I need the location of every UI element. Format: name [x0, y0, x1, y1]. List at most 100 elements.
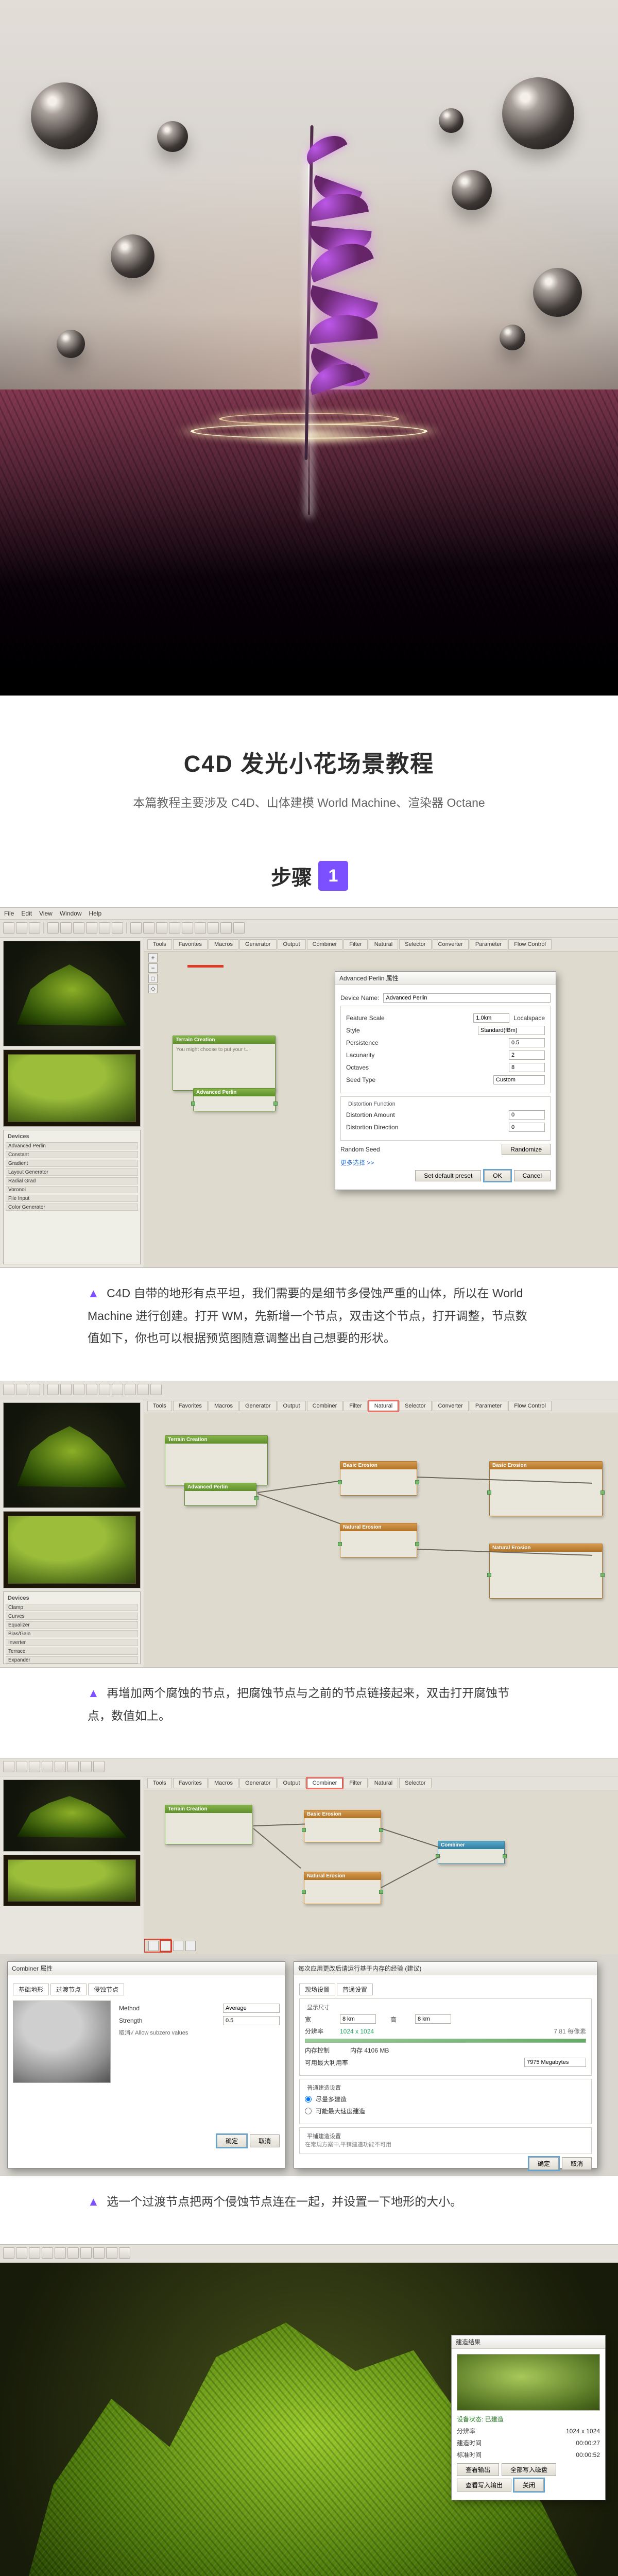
wm-2d-preview[interactable] [3, 1049, 141, 1127]
palette-node[interactable]: Advanced Perlin [6, 1142, 138, 1149]
tab[interactable]: Filter [344, 1401, 367, 1411]
menu-item[interactable]: File [4, 910, 14, 917]
value-input[interactable] [478, 1026, 545, 1035]
view-written-button[interactable]: 查看写入输出 [457, 2479, 511, 2492]
wm-2d-preview[interactable] [3, 1511, 141, 1588]
toolbar-icon[interactable] [29, 1384, 40, 1395]
radio-option[interactable] [305, 2108, 312, 2114]
tab[interactable]: Macros [209, 1778, 238, 1788]
value-input[interactable] [340, 2014, 376, 2024]
ok-button[interactable]: OK [484, 1170, 510, 1181]
dialog-advanced-perlin[interactable]: Advanced Perlin 属性 Device Name: Feature … [335, 971, 556, 1190]
toolbar-icon[interactable] [73, 922, 84, 934]
tab[interactable]: Natural [369, 939, 398, 950]
palette-node[interactable]: Clamp [6, 1604, 138, 1611]
toolbar-icon[interactable] [80, 1761, 92, 1772]
preset-button[interactable]: Set default preset [415, 1170, 481, 1181]
toolbar-icon[interactable] [3, 1384, 14, 1395]
tab[interactable]: Combiner [307, 939, 343, 950]
radio-option[interactable] [305, 2096, 312, 2103]
tab[interactable]: Filter [344, 939, 367, 950]
wm-node-canvas[interactable]: Tools Favorites Macros Generator Output … [144, 1776, 618, 1954]
tab[interactable]: Output [278, 1401, 306, 1411]
tab[interactable]: Tools [147, 939, 172, 950]
toolbar-icon[interactable] [106, 2247, 117, 2259]
toolbar-icon[interactable] [55, 1761, 66, 1772]
toolbar-icon[interactable] [3, 2247, 14, 2259]
toolbar-icon[interactable] [67, 2247, 79, 2259]
value-input[interactable] [509, 1123, 545, 1132]
value-input[interactable] [493, 1075, 545, 1084]
zoom-fit-button[interactable]: □ [148, 974, 158, 983]
toolbar-icon[interactable] [150, 1384, 162, 1395]
value-input[interactable] [509, 1038, 545, 1047]
toolbar-icon[interactable] [73, 1384, 84, 1395]
toolbar-icon[interactable] [99, 1384, 110, 1395]
toolbar-icon[interactable] [125, 1384, 136, 1395]
value-input[interactable] [509, 1110, 545, 1120]
node-combiner[interactable]: Combiner [438, 1841, 505, 1864]
toolbar-icon[interactable] [143, 922, 154, 934]
tab[interactable]: Generator [239, 1401, 277, 1411]
node-terrain-creation-group[interactable]: Terrain Creation You might choose to put… [173, 1036, 276, 1091]
view-output-button[interactable]: 查看输出 [457, 2463, 499, 2476]
tab[interactable]: Generator [239, 939, 277, 950]
toolbar-icon[interactable] [169, 922, 180, 934]
tab[interactable]: Flow Control [508, 1401, 552, 1411]
zoom-out-button[interactable]: − [148, 963, 158, 973]
tab[interactable]: Macros [209, 939, 238, 950]
palette-node[interactable]: Layout Generator [6, 1168, 138, 1176]
menu-item[interactable]: Help [89, 910, 102, 917]
toolbar-icon[interactable] [93, 1761, 105, 1772]
toolbar-icon[interactable] [60, 922, 72, 934]
menu-item[interactable]: Edit [21, 910, 32, 917]
palette-node[interactable]: Terrace [6, 1648, 138, 1655]
node-terrain-creation-group[interactable]: Terrain Creation [165, 1805, 252, 1844]
tab[interactable]: Selector [399, 1401, 431, 1411]
palette-node[interactable]: Constant [6, 1151, 138, 1158]
tab[interactable]: Favorites [173, 1401, 208, 1411]
toolbar-icon[interactable] [93, 2247, 105, 2259]
more-link[interactable]: 更多选择 >> [340, 1158, 374, 1167]
cancel-button[interactable]: 取消 [250, 2134, 280, 2147]
palette-node[interactable]: Curves [6, 1613, 138, 1620]
toolbar-icon[interactable] [112, 1384, 123, 1395]
menu-item[interactable]: View [39, 910, 53, 917]
node-basic-erosion[interactable]: Basic Erosion [340, 1461, 417, 1496]
node-natural-erosion[interactable]: Natural Erosion [340, 1523, 417, 1557]
zoom-home-button[interactable]: ◇ [148, 984, 158, 993]
tab-selected[interactable]: Combiner [307, 1778, 343, 1788]
zoom-in-button[interactable]: + [148, 953, 158, 962]
view-btn[interactable] [173, 1941, 183, 1951]
toolbar-icon[interactable] [67, 1761, 79, 1772]
wm-3d-preview[interactable] [3, 941, 141, 1046]
toolbar-icon[interactable] [16, 922, 27, 934]
node-erosion-v2[interactable]: Basic Erosion [489, 1461, 603, 1516]
tab[interactable]: 过渡节点 [50, 1984, 87, 1995]
wm-node-canvas[interactable]: Tools Favorites Macros Generator Output … [144, 1399, 618, 1667]
palette-node[interactable]: Color Generator [6, 1204, 138, 1211]
toolbar-icon[interactable] [47, 1384, 59, 1395]
wm-node-canvas[interactable]: Tools Favorites Macros Generator Output … [144, 938, 618, 1267]
toolbar-icon[interactable] [130, 922, 142, 934]
toolbar-icon[interactable] [29, 1761, 40, 1772]
view-btn[interactable] [185, 1941, 196, 1951]
wm-3d-preview[interactable] [3, 1402, 141, 1508]
palette-node[interactable]: Voronoi [6, 1186, 138, 1193]
value-input[interactable] [509, 1063, 545, 1072]
tab[interactable]: Parameter [470, 939, 507, 950]
toolbar-icon[interactable] [3, 1761, 14, 1772]
node-natural-erosion[interactable]: Natural Erosion [304, 1872, 381, 1904]
toolbar-icon[interactable] [29, 922, 40, 934]
tab[interactable]: Generator [239, 1778, 277, 1788]
close-button[interactable]: 关闭 [514, 2479, 544, 2492]
tab[interactable]: Output [278, 1778, 306, 1788]
menu-item[interactable]: Window [60, 910, 82, 917]
toolbar-icon[interactable] [60, 1384, 72, 1395]
palette-node[interactable]: Radial Grad [6, 1177, 138, 1184]
tab[interactable]: 侵蚀节点 [88, 1984, 124, 1995]
toolbar-icon[interactable] [42, 2247, 53, 2259]
value-input[interactable] [524, 2058, 586, 2067]
ok-button[interactable]: 确定 [217, 2134, 247, 2147]
toolbar-icon[interactable] [182, 922, 193, 934]
